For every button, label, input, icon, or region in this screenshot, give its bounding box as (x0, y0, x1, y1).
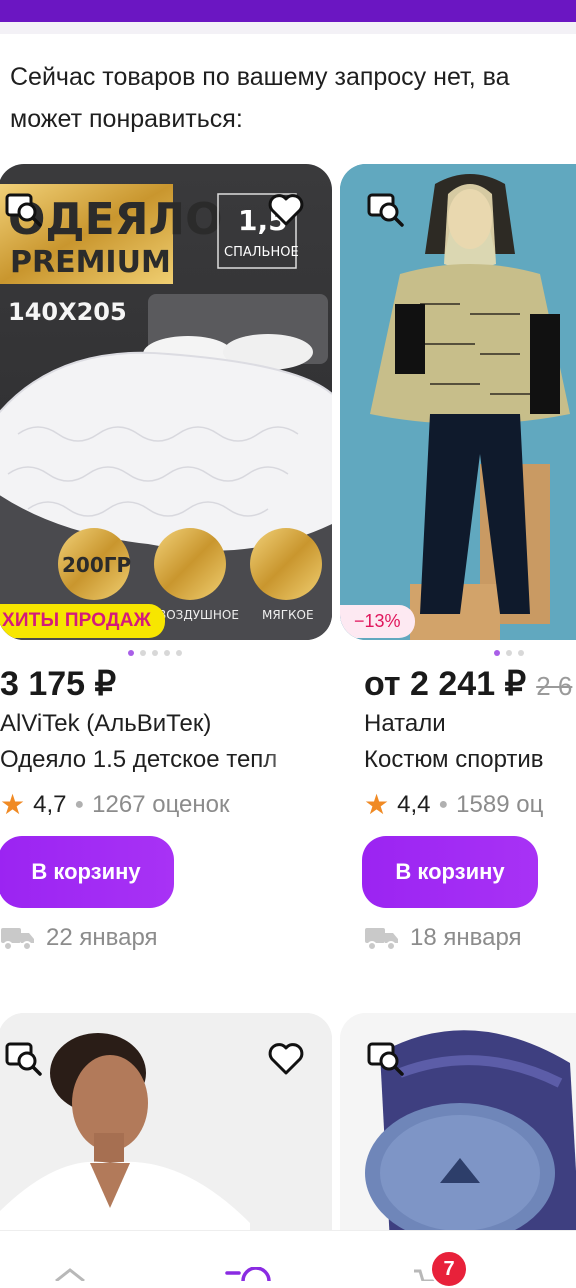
product-image[interactable] (340, 1013, 576, 1243)
image-pagination (494, 650, 524, 656)
notice-line-1: Сейчас товаров по вашему запросу нет, ва (10, 63, 510, 91)
favorite-heart-icon[interactable] (266, 1039, 306, 1079)
product-image[interactable] (0, 1013, 332, 1243)
image-size: 140X205 (8, 298, 127, 326)
separator-dot: ● (438, 795, 449, 813)
rating-value: 4,4 (397, 790, 431, 818)
delivery-truck-icon (365, 928, 398, 951)
favorite-heart-icon[interactable] (266, 190, 306, 230)
cart-count-badge: 7 (430, 1250, 468, 1288)
star-icon: ★ (364, 789, 390, 820)
catalog-search-icon (225, 1267, 271, 1281)
image-circle-3: МЯГКОЕ (262, 608, 314, 622)
image-corner-label: СПАЛЬНОЕ (224, 245, 299, 260)
bestseller-badge: ХИТЫ ПРОДАЖ (0, 604, 166, 638)
old-price: 2 6 (536, 671, 573, 701)
delivery-date-text: 18 января (410, 924, 522, 951)
product-image[interactable]: ОДЕЯЛО PREMIUM 1,5 СПАЛЬНОЕ 140X205 200Г… (0, 164, 332, 640)
similar-search-icon[interactable] (366, 1039, 406, 1079)
delivery-date: 22 января (0, 924, 158, 952)
discount-badge: −13% (340, 605, 415, 638)
similar-search-icon[interactable] (366, 190, 406, 230)
reviews-count: 1267 оценок (92, 790, 230, 818)
delivery-date: 18 января (364, 924, 522, 952)
app-header (0, 0, 576, 22)
blanket-photo: ОДЕЯЛО PREMIUM 1,5 СПАЛЬНОЕ 140X205 200Г… (0, 164, 332, 640)
similar-search-icon[interactable] (4, 1039, 44, 1079)
product-price: от 2 241 ₽ 2 6 (364, 664, 572, 704)
product-brand: Натали (364, 710, 446, 737)
product-image[interactable]: −13% (340, 164, 576, 640)
product-brand: AlViTek (АльВиТек) (0, 710, 212, 737)
delivery-date-text: 22 января (46, 924, 158, 951)
current-price: от 2 241 ₽ (364, 665, 527, 703)
empty-results-notice: Сейчас товаров по вашему запросу нет, ва… (10, 56, 576, 140)
product-name: Костюм спортив (364, 746, 544, 773)
bottom-tab-bar (0, 1230, 576, 1281)
separator-dot: ● (74, 795, 85, 813)
notice-line-2: может понравиться: (10, 105, 243, 133)
product-price: 3 175 ₽ (0, 665, 117, 703)
image-title-2: PREMIUM (10, 245, 171, 280)
product-rating: ★ 4,7 ● 1267 оценок (0, 788, 230, 821)
reviews-count: 1589 оц (456, 790, 544, 818)
add-to-cart-button[interactable]: В корзину (362, 836, 538, 908)
tracksuit-photo (340, 164, 576, 640)
star-icon: ★ (0, 789, 26, 820)
rating-value: 4,7 (33, 790, 67, 818)
add-to-cart-button[interactable]: В корзину (0, 836, 174, 908)
similar-search-icon[interactable] (4, 190, 44, 230)
image-circle-1: 200ГР (62, 553, 131, 577)
home-icon (55, 1268, 85, 1281)
image-circle-2: ВОЗДУШНОЕ (158, 608, 239, 622)
tab-catalog[interactable] (218, 1231, 278, 1281)
image-pagination (128, 650, 182, 656)
product-name: Одеяло 1.5 детское тепл (0, 746, 320, 774)
product-rating: ★ 4,4 ● 1589 оц (364, 788, 543, 821)
header-divider (0, 22, 576, 34)
delivery-truck-icon (1, 928, 34, 951)
tab-home[interactable] (40, 1231, 100, 1281)
